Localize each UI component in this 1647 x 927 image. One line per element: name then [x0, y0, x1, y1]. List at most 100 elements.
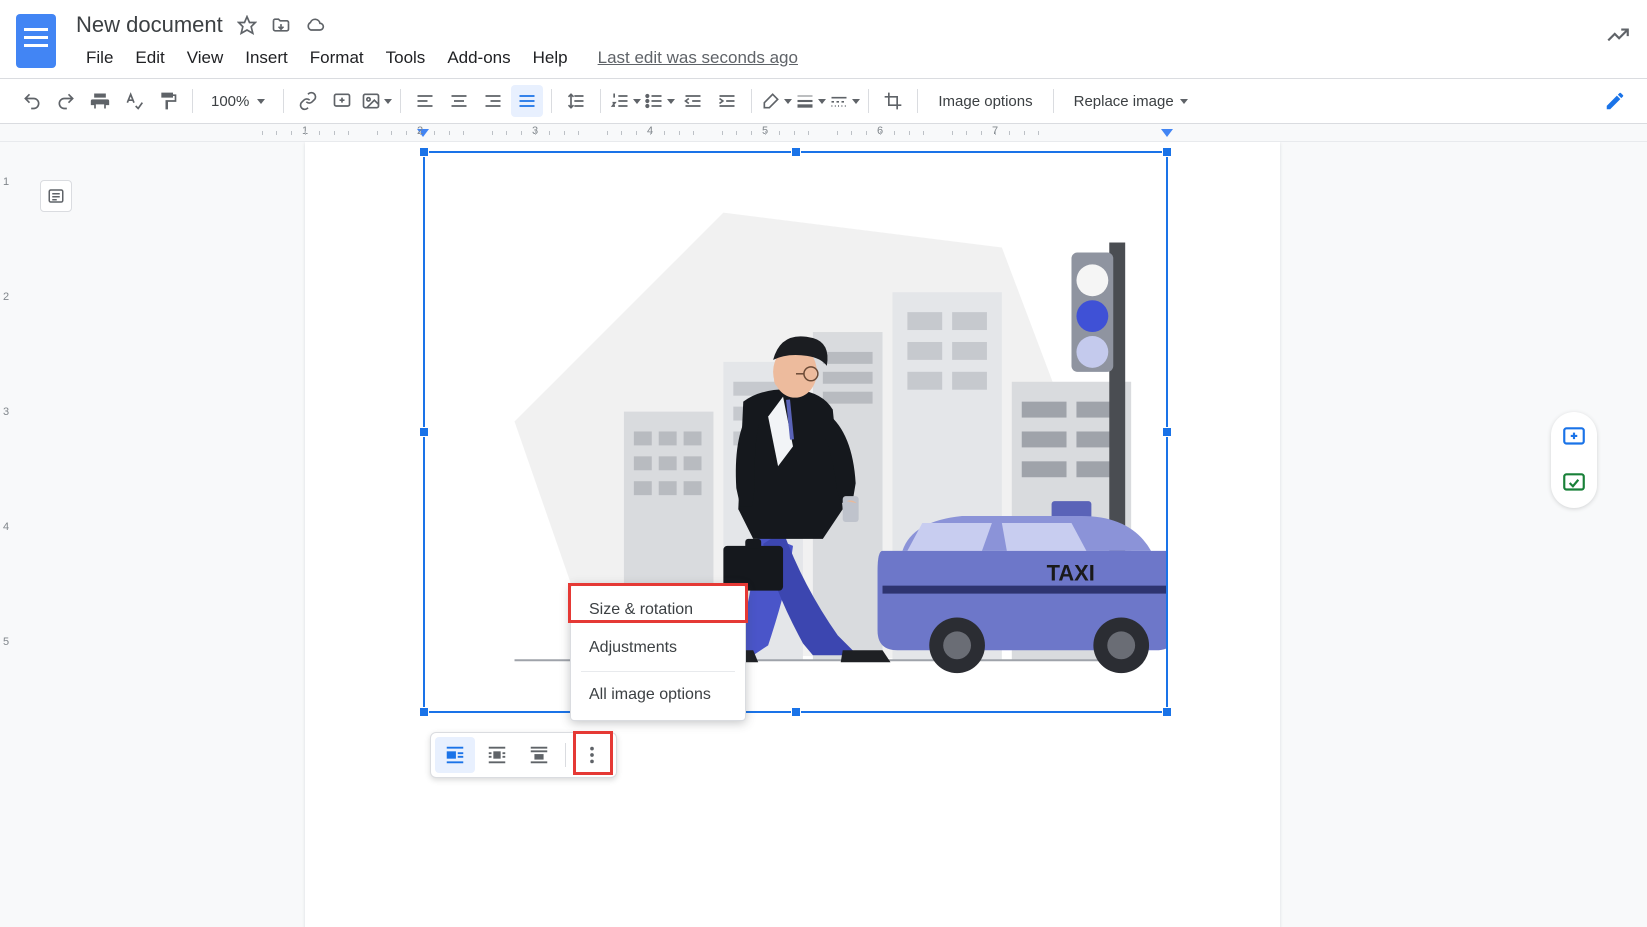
numbered-list-button[interactable]: [609, 85, 641, 117]
replace-image-label: Replace image: [1074, 93, 1174, 110]
line-spacing-button[interactable]: [560, 85, 592, 117]
zoom-value: 100%: [211, 93, 249, 110]
menu-insert[interactable]: Insert: [235, 44, 298, 72]
menu-file[interactable]: File: [76, 44, 123, 72]
zoom-selector[interactable]: 100%: [201, 93, 275, 110]
star-icon[interactable]: [237, 15, 257, 35]
decrease-indent-button[interactable]: [677, 85, 709, 117]
resize-handle-bottom-mid[interactable]: [791, 707, 801, 717]
right-indent-marker[interactable]: [1161, 129, 1173, 137]
header: New document File Edit View Insert Forma…: [0, 0, 1647, 78]
selected-image[interactable]: TAXI: [423, 151, 1168, 713]
vruler-mark: 4: [3, 521, 9, 533]
image-illustration: TAXI: [425, 153, 1166, 712]
resize-handle-mid-right[interactable]: [1162, 427, 1172, 437]
border-color-button[interactable]: [760, 85, 792, 117]
menu-bar: File Edit View Insert Format Tools Add-o…: [76, 42, 1605, 74]
separator: [1053, 89, 1054, 113]
spellcheck-button[interactable]: [118, 85, 150, 117]
add-comment-button[interactable]: [1559, 422, 1589, 452]
separator: [565, 743, 566, 767]
print-button[interactable]: [84, 85, 116, 117]
title-row: New document: [76, 8, 1605, 42]
separator: [581, 671, 735, 672]
menu-all-image-options[interactable]: All image options: [571, 676, 745, 714]
paint-format-button[interactable]: [152, 85, 184, 117]
vruler-mark: 5: [3, 636, 9, 648]
resize-handle-bottom-right[interactable]: [1162, 707, 1172, 717]
increase-indent-button[interactable]: [711, 85, 743, 117]
crop-button[interactable]: [877, 85, 909, 117]
menu-tools[interactable]: Tools: [376, 44, 436, 72]
editing-mode-button[interactable]: [1599, 85, 1631, 117]
insert-image-button[interactable]: [360, 85, 392, 117]
image-wrap-toolbar: [430, 732, 617, 778]
resize-handle-top-right[interactable]: [1162, 147, 1172, 157]
resize-handle-mid-left[interactable]: [419, 427, 429, 437]
wrap-text-button[interactable]: [477, 737, 517, 773]
chevron-down-icon: [257, 99, 265, 104]
break-text-button[interactable]: [519, 737, 559, 773]
image-context-menu: Size & rotation Adjustments All image op…: [570, 584, 746, 721]
border-dash-button[interactable]: [828, 85, 860, 117]
menu-adjustments[interactable]: Adjustments: [571, 629, 745, 667]
activity-icon[interactable]: [1605, 22, 1631, 53]
taxi-label: TAXI: [1047, 561, 1095, 586]
menu-size-rotation[interactable]: Size & rotation: [571, 591, 745, 629]
align-right-button[interactable]: [477, 85, 509, 117]
vruler-mark: 2: [3, 291, 9, 303]
separator: [868, 89, 869, 113]
menu-edit[interactable]: Edit: [125, 44, 174, 72]
bulleted-list-button[interactable]: [643, 85, 675, 117]
align-left-button[interactable]: [409, 85, 441, 117]
separator: [600, 89, 601, 113]
chevron-down-icon: [852, 99, 860, 104]
align-justify-button[interactable]: [511, 85, 543, 117]
cloud-icon[interactable]: [305, 15, 325, 35]
separator: [400, 89, 401, 113]
vertical-ruler[interactable]: 12345: [0, 142, 18, 927]
horizontal-ruler[interactable]: 1234567: [0, 124, 1647, 142]
chevron-down-icon: [633, 99, 641, 104]
chevron-down-icon: [667, 99, 675, 104]
more-options-button[interactable]: [572, 737, 612, 773]
header-main: New document File Edit View Insert Forma…: [76, 8, 1605, 74]
replace-image-button[interactable]: Replace image: [1062, 85, 1200, 117]
menu-help[interactable]: Help: [523, 44, 578, 72]
resize-handle-top-left[interactable]: [419, 147, 429, 157]
outline-toggle-button[interactable]: [40, 180, 72, 212]
border-weight-button[interactable]: [794, 85, 826, 117]
resize-handle-top-mid[interactable]: [791, 147, 801, 157]
last-edit-link[interactable]: Last edit was seconds ago: [598, 48, 798, 68]
redo-button[interactable]: [50, 85, 82, 117]
vruler-mark: 3: [3, 406, 9, 418]
chevron-down-icon: [784, 99, 792, 104]
docs-logo-icon[interactable]: [16, 14, 56, 68]
resize-handle-bottom-left[interactable]: [419, 707, 429, 717]
separator: [751, 89, 752, 113]
menu-view[interactable]: View: [177, 44, 234, 72]
undo-button[interactable]: [16, 85, 48, 117]
comment-button[interactable]: [326, 85, 358, 117]
move-icon[interactable]: [271, 15, 291, 35]
inline-wrap-button[interactable]: [435, 737, 475, 773]
link-button[interactable]: [292, 85, 324, 117]
image-options-button[interactable]: Image options: [926, 85, 1044, 117]
separator: [192, 89, 193, 113]
chevron-down-icon: [384, 99, 392, 104]
header-right: [1605, 8, 1631, 53]
suggest-edits-button[interactable]: [1559, 468, 1589, 498]
chevron-down-icon: [818, 99, 826, 104]
menu-format[interactable]: Format: [300, 44, 374, 72]
separator: [283, 89, 284, 113]
page[interactable]: TAXI: [305, 142, 1280, 927]
toolbar-right: [1599, 85, 1631, 117]
align-center-button[interactable]: [443, 85, 475, 117]
canvas: 12345: [0, 142, 1647, 927]
chevron-down-icon: [1180, 99, 1188, 104]
side-actions: [1551, 412, 1597, 508]
toolbar: 100% Image options Replace image: [0, 78, 1647, 124]
menu-addons[interactable]: Add-ons: [437, 44, 520, 72]
separator: [917, 89, 918, 113]
document-title[interactable]: New document: [76, 12, 223, 38]
